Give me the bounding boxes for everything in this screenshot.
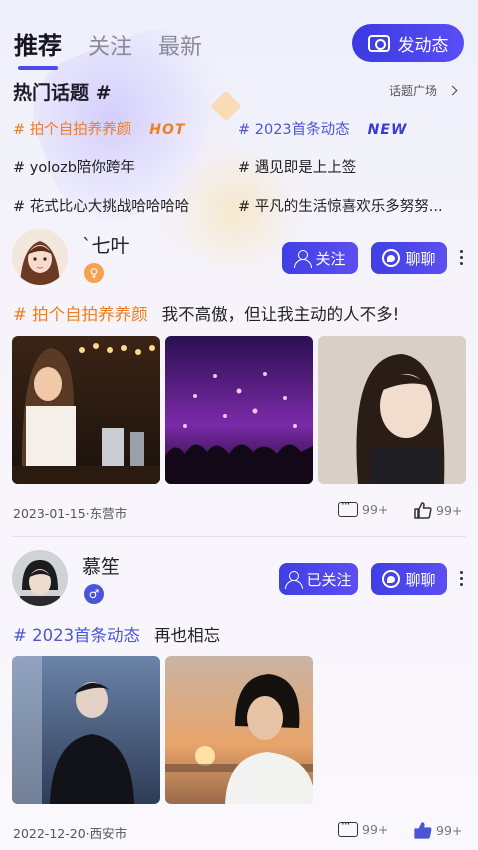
topic-plaza-label: 话题广场 [388,84,437,98]
post-topic-link[interactable]: # 2023首条动态 [13,626,140,645]
comment-icon [338,817,358,837]
chat-label: 聊聊 [405,249,436,268]
post-status-button[interactable]: 发动态 [352,24,464,62]
like-count[interactable]: 99+ [414,502,462,519]
more-options-icon[interactable] [460,571,464,589]
new-tag: NEW [367,122,408,138]
topic-item[interactable]: # 遇见即是上上签 [238,156,356,177]
avatar[interactable] [12,229,68,285]
post-topic-link[interactable]: # 拍个自拍养养颜 [13,305,148,324]
comment-count-label: 99+ [362,502,389,517]
follow-label: 已关注 [306,570,352,589]
post-caption: # 拍个自拍养养颜 我不高傲，但让我主动的人不多! [13,301,399,325]
topic-item[interactable]: # yolozb陪你跨年 [13,156,135,177]
topic-item[interactable]: # 拍个自拍养养颜 HOT [13,118,185,139]
comment-icon [338,497,358,517]
topic-item[interactable]: # 花式比心大挑战哈哈哈哈 [13,195,189,216]
follow-button[interactable]: 关注 [282,242,358,274]
chat-button[interactable]: 聊聊 [371,242,447,274]
user-icon [294,249,313,268]
tab-latest[interactable]: 最新 [158,29,202,61]
camera-icon [367,34,390,52]
post-meta: 2023-01-15·东营市 [13,506,128,521]
hot-tag: HOT [149,122,186,138]
topic-label: # 2023首条动态 [238,122,350,138]
portrait-photo[interactable] [318,336,466,484]
tab-following[interactable]: 关注 [88,29,132,61]
like-count-label: 99+ [436,823,463,838]
thumbs-up-icon [414,502,432,519]
username[interactable]: `七叶 [82,231,130,258]
avatar[interactable] [12,550,68,606]
bartender-photo[interactable] [12,336,160,484]
comment-count[interactable]: 99+ [338,817,389,837]
chat-icon [382,249,401,267]
post-text: 再也相忘 [154,626,221,645]
user-icon [285,570,304,589]
chevron-right-icon [447,85,458,96]
gender-symbol: ♂ [88,587,100,601]
gender-symbol: ♀ [89,266,99,280]
female-gender-icon: ♀ [84,263,104,283]
chat-button[interactable]: 聊聊 [371,563,447,595]
topic-plaza-link[interactable]: 话题广场 [388,82,458,99]
post-status-label: 发动态 [397,35,449,56]
chat-icon [382,570,401,588]
night-man-photo[interactable] [12,656,160,804]
sunset-man-photo[interactable] [165,656,313,804]
thumbs-up-icon [414,822,432,839]
post-caption: # 2023首条动态 再也相忘 [13,622,220,646]
male-gender-icon: ♂ [84,584,104,604]
divider [12,536,466,537]
topic-label: # 拍个自拍养养颜 [13,122,132,138]
post-text: 我不高傲，但让我主动的人不多! [161,305,400,324]
like-count[interactable]: 99+ [414,822,462,839]
background-decoration [210,90,242,122]
topic-item[interactable]: # 2023首条动态 NEW [238,118,407,139]
top-tabs: 推荐 关注 最新 [14,26,202,70]
concert-photo[interactable] [165,336,313,484]
chat-label: 聊聊 [405,570,436,589]
following-button[interactable]: 已关注 [279,563,358,595]
post-meta: 2022-12-20·西安市 [13,826,128,841]
hot-topics-title: 热门话题 # [13,82,112,104]
follow-label: 关注 [315,249,346,268]
topic-item[interactable]: # 平凡的生活惊喜欢乐多努努... [238,195,443,216]
comment-count[interactable]: 99+ [338,497,389,517]
like-count-label: 99+ [436,503,463,518]
tab-recommend[interactable]: 推荐 [14,26,62,70]
more-options-icon[interactable] [460,250,464,268]
comment-count-label: 99+ [362,822,389,837]
username[interactable]: 慕笙 [82,552,120,579]
